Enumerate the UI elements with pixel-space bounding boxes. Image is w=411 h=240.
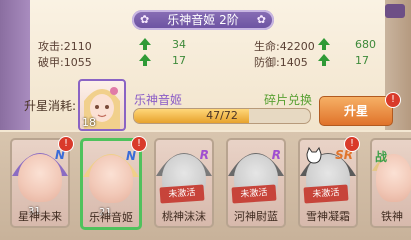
arrow-up-icon: [318, 54, 330, 66]
page-title: 乐神音姬 2阶: [167, 13, 239, 27]
rank-badge: R: [199, 148, 209, 162]
upgrade-cost-label: 升星消耗:: [24, 99, 77, 113]
stat-increase: 17: [355, 54, 369, 67]
character-card[interactable]: N 31 星神未来: [10, 138, 70, 228]
stat-defense: 防御:1405: [254, 56, 308, 69]
arrow-up-icon: [139, 54, 151, 66]
stat-increase: 34: [172, 38, 186, 51]
alert-badge: !: [344, 136, 360, 152]
alert-badge: !: [58, 136, 74, 152]
stat-armor-break: 破甲:1055: [38, 56, 92, 69]
stat-increase: 17: [172, 54, 186, 67]
card-name: 铁神: [381, 210, 403, 223]
arrow-up-icon: [318, 38, 330, 50]
character-card-partial[interactable]: 战 铁神: [370, 138, 411, 228]
stat-hp: 生命:42200: [254, 40, 315, 53]
card-name: 桃神沫沫: [162, 210, 206, 223]
character-card-locked[interactable]: R 未激活 桃神沫沫: [154, 138, 214, 228]
card-name: 乐神音姬: [89, 211, 133, 224]
fragment-progress-bar: 47/72: [133, 108, 311, 124]
locked-stamp: 未激活: [303, 184, 349, 204]
locked-stamp: 未激活: [159, 184, 205, 204]
character-portrait[interactable]: 18: [78, 79, 126, 131]
close-tab-button[interactable]: [385, 4, 405, 18]
arrow-up-icon: [139, 38, 151, 50]
stat-increase: 680: [355, 38, 376, 51]
alert-badge: !: [385, 92, 401, 108]
flower-icon: ✿: [256, 13, 266, 26]
fragment-count: 18: [82, 116, 96, 129]
cat-icon: [306, 146, 322, 164]
stat-attack: 攻击:2110: [38, 40, 92, 53]
locked-stamp: 未激活: [231, 184, 277, 204]
rank-badge: 战: [375, 150, 388, 164]
character-name: 乐神音姬: [134, 93, 183, 107]
progress-text: 47/72: [206, 109, 238, 122]
title-banner: ✿ 乐神音姬 2阶 ✿: [132, 10, 274, 30]
character-card-selected[interactable]: N 21 乐神音姬: [80, 138, 142, 230]
fragment-exchange-link[interactable]: 碎片兑换: [264, 91, 312, 108]
character-card-locked[interactable]: R 未激活 河神尉蓝: [226, 138, 286, 228]
alert-badge: !: [131, 136, 147, 152]
flower-icon: ✿: [140, 13, 150, 26]
upgrade-star-button[interactable]: 升星: [319, 96, 393, 126]
card-name: 河神尉蓝: [234, 210, 278, 223]
card-name: 星神未来: [18, 210, 62, 223]
rank-badge: R: [271, 148, 281, 162]
card-name: 雪神凝霜: [306, 210, 350, 223]
